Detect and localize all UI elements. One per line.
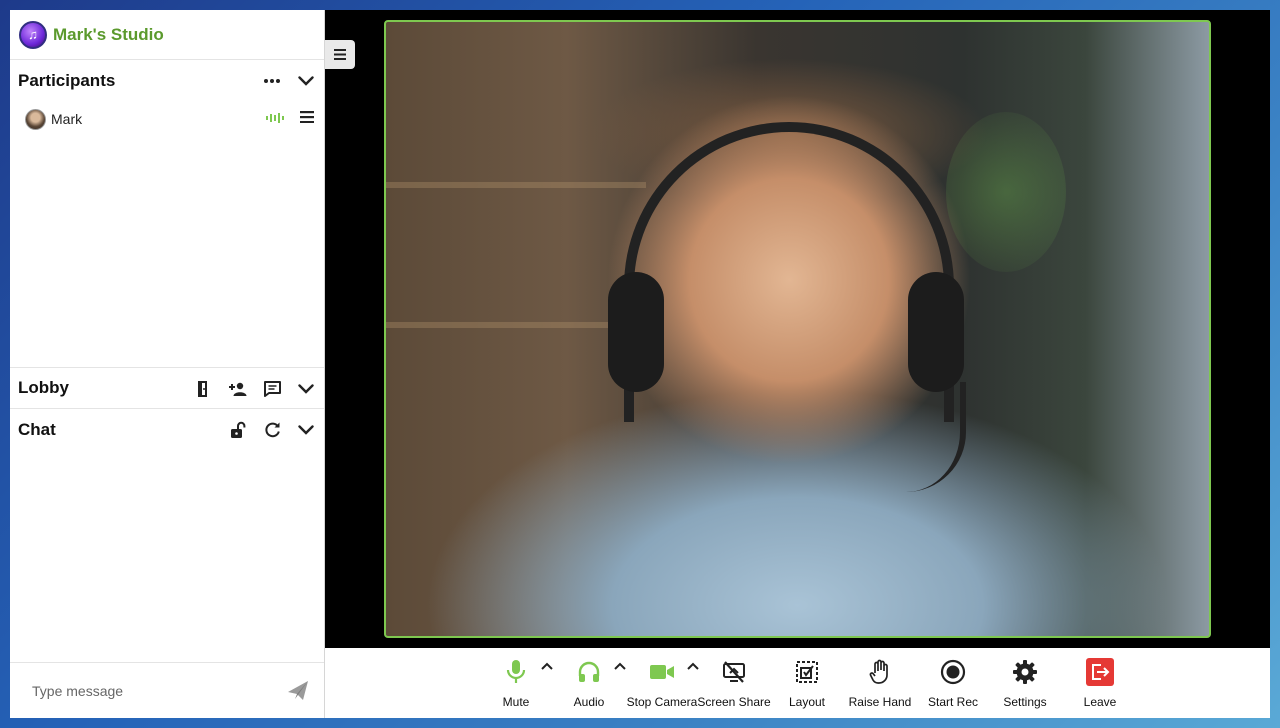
- layout-button[interactable]: Layout: [772, 658, 842, 714]
- participants-header: Participants: [10, 60, 324, 101]
- leave-icon: [1086, 658, 1114, 686]
- screen-share-button[interactable]: Screen Share: [697, 658, 771, 714]
- list-item[interactable]: Mark: [10, 101, 324, 137]
- hamburger-icon[interactable]: [325, 40, 355, 69]
- chevron-up-icon[interactable]: [613, 658, 627, 672]
- sidebar: ♫ Mark's Studio Participants Mark Lobby …: [10, 10, 325, 718]
- studio-title: Mark's Studio: [53, 24, 164, 44]
- participant-name: Mark: [51, 111, 83, 127]
- participants-list: Mark: [10, 101, 324, 368]
- start-rec-label: Start Rec: [927, 695, 978, 709]
- hamburger-icon[interactable]: [300, 110, 314, 128]
- stop-camera-label: Stop Camera: [626, 695, 698, 709]
- headset-mic: [906, 382, 966, 492]
- microphone-icon: [502, 658, 530, 686]
- lobby-title: Lobby: [18, 378, 69, 397]
- send-icon[interactable]: [286, 679, 310, 703]
- screen-share-label: Screen Share: [697, 695, 771, 709]
- camera-icon: [648, 658, 676, 686]
- settings-label: Settings: [1003, 695, 1047, 709]
- screen-share-off-icon: [720, 658, 748, 686]
- app-window: ♫ Mark's Studio Participants Mark Lobby …: [10, 10, 1270, 718]
- hand-icon: [866, 658, 894, 686]
- raise-hand-button[interactable]: Raise Hand: [845, 658, 915, 714]
- chat-message-input[interactable]: [32, 682, 272, 699]
- mute-label: Mute: [502, 695, 530, 709]
- add-person-icon[interactable]: [228, 379, 248, 399]
- layout-icon: [793, 658, 821, 686]
- background-shelf: [386, 322, 646, 328]
- chevron-up-icon[interactable]: [540, 658, 554, 672]
- control-toolbar: Mute Audio Stop Camera Screen Share Layo…: [325, 648, 1270, 718]
- chevron-down-icon[interactable]: [296, 379, 316, 399]
- unlock-icon[interactable]: [228, 420, 248, 440]
- leave-label: Leave: [1083, 695, 1117, 709]
- more-dots-icon[interactable]: [262, 71, 282, 91]
- chat-header: Chat: [10, 409, 324, 450]
- gear-icon: [1011, 658, 1039, 686]
- message-icon[interactable]: [262, 379, 282, 399]
- video-stage: [325, 10, 1270, 648]
- chevron-down-icon[interactable]: [296, 71, 316, 91]
- headset-earcup: [908, 272, 964, 392]
- door-icon[interactable]: [194, 379, 214, 399]
- participants-title: Participants: [18, 70, 116, 90]
- headset-band: [624, 122, 954, 422]
- leave-button[interactable]: Leave: [1065, 658, 1135, 714]
- lobby-header: Lobby: [10, 368, 324, 409]
- headset-earcup: [608, 272, 664, 392]
- audio-level-icon: [266, 110, 284, 128]
- audio-label: Audio: [573, 695, 605, 709]
- participant-video[interactable]: [384, 20, 1211, 638]
- chat-messages: [10, 450, 324, 662]
- refresh-icon[interactable]: [262, 420, 282, 440]
- start-recording-button[interactable]: Start Rec: [918, 658, 988, 714]
- chevron-down-icon[interactable]: [296, 420, 316, 440]
- music-logo-icon: ♫: [19, 20, 47, 49]
- raise-hand-label: Raise Hand: [848, 695, 912, 709]
- settings-button[interactable]: Settings: [990, 658, 1060, 714]
- chat-title: Chat: [18, 419, 56, 439]
- chevron-up-icon[interactable]: [686, 658, 700, 672]
- chat-input-bar: [10, 662, 324, 718]
- background-plant: [946, 112, 1066, 272]
- record-icon: [939, 658, 967, 686]
- layout-label: Layout: [788, 695, 826, 709]
- background-shelf: [386, 182, 646, 188]
- avatar: [25, 108, 46, 130]
- headphones-icon: [575, 658, 603, 686]
- brand-header: ♫ Mark's Studio: [10, 10, 324, 60]
